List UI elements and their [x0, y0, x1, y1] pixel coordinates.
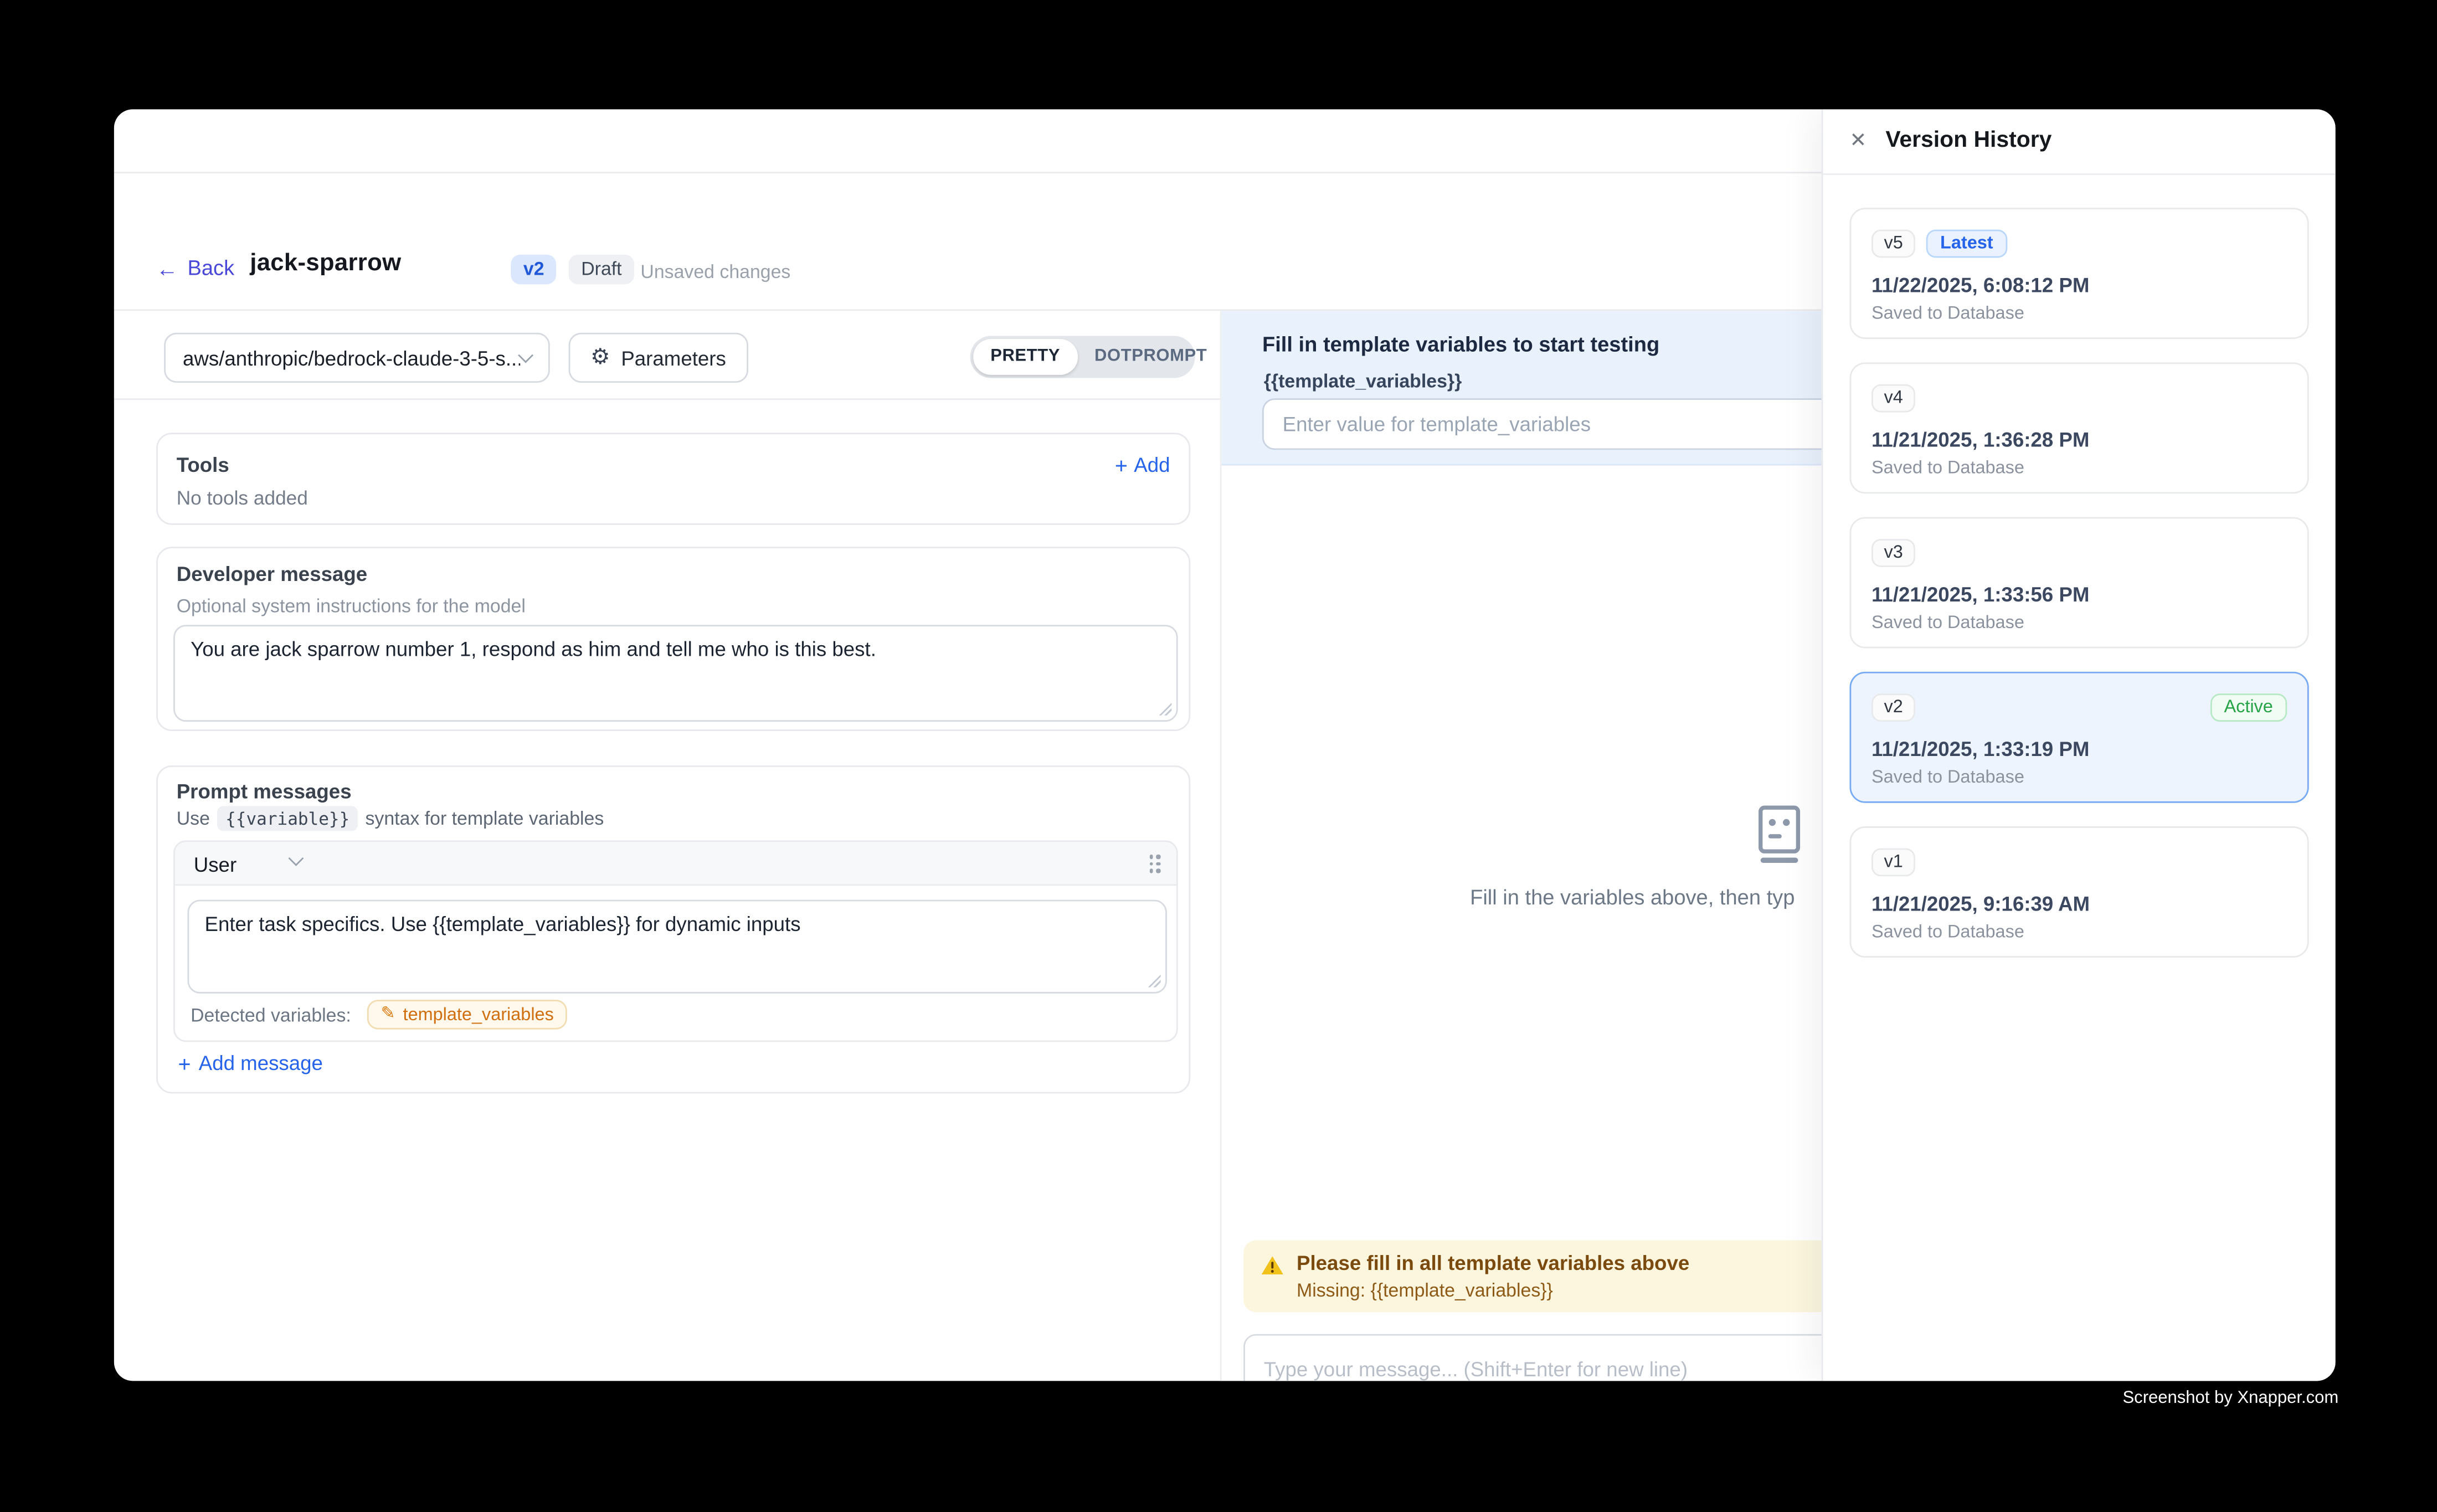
add-tool-label: Add [1134, 453, 1170, 476]
back-label: Back [187, 256, 234, 280]
version-number-badge: v3 [1872, 539, 1915, 567]
gear-icon: ⚙ [590, 347, 610, 368]
parameters-button[interactable]: ⚙ Parameters [569, 333, 748, 383]
chevron-down-icon [518, 347, 533, 362]
prompt-message-item: User Enter task specifics. Use {{templat… [173, 840, 1178, 1042]
developer-message-field: You are jack sparrow number 1, respond a… [173, 625, 1178, 722]
warning-icon [1261, 1254, 1284, 1284]
version-card[interactable]: v5 Latest 11/22/2025, 6:08:12 PM Saved t… [1849, 208, 2309, 339]
hint-suffix: syntax for template variables [366, 808, 604, 829]
unsaved-changes-text: Unsaved changes [640, 261, 790, 282]
version-list: v5 Latest 11/22/2025, 6:08:12 PM Saved t… [1849, 208, 2309, 981]
version-card[interactable]: v1 11/21/2025, 9:16:39 AM Saved to Datab… [1849, 826, 2309, 958]
tools-title: Tools [177, 453, 229, 476]
role-dropdown[interactable]: User [194, 853, 236, 876]
back-button[interactable]: ← Back [156, 256, 234, 280]
detected-variable-badge[interactable]: ✎ template_variables [367, 1000, 568, 1030]
pencil-icon: ✎ [381, 1006, 395, 1023]
prompt-messages-title: Prompt messages [177, 779, 352, 803]
version-card[interactable]: v4 11/21/2025, 1:36:28 PM Saved to Datab… [1849, 362, 2309, 493]
back-arrow-icon: ← [156, 257, 178, 279]
version-status: Saved to Database [1872, 614, 2024, 632]
tools-empty-text: No tools added [177, 487, 308, 509]
warning-missing-text: Missing: {{template_variables}} [1297, 1279, 1553, 1301]
version-number-badge: v5 [1872, 230, 1915, 258]
message-role-header: User [175, 842, 1176, 886]
template-variable-label: {{template_variables}} [1264, 370, 1462, 392]
editor-toolbar: aws/anthropic/bedrock-claude-3-5-s... ⚙ … [114, 311, 1220, 400]
version-timestamp: 11/21/2025, 1:33:19 PM [1872, 737, 2089, 760]
tools-card: Tools + Add No tools added [156, 433, 1190, 524]
version-number-badge: v4 [1872, 384, 1915, 413]
add-message-button[interactable]: + Add message [178, 1051, 323, 1074]
version-status: Saved to Database [1872, 459, 2024, 478]
drag-handle-icon[interactable] [1149, 855, 1160, 873]
robot-icon [1754, 803, 1804, 873]
parameters-label: Parameters [621, 346, 726, 369]
version-card[interactable]: v3 11/21/2025, 1:33:56 PM Saved to Datab… [1849, 517, 2309, 649]
app-window: ← Back jack-sparrow v2 Draft Unsaved cha… [114, 109, 2336, 1381]
prompt-message-field: Enter task specifics. Use {{template_var… [187, 900, 1166, 994]
toggle-dotprompt[interactable]: DOTPROMPT [1077, 339, 1224, 375]
version-number-badge: v1 [1872, 848, 1915, 877]
version-card[interactable]: v2 Active 11/21/2025, 1:33:19 PM Saved t… [1849, 672, 2309, 803]
close-icon[interactable]: ✕ [1849, 128, 1867, 155]
detected-variables-row: Detected variables: ✎ template_variables [191, 1000, 568, 1030]
prompt-messages-card: Prompt messages Use {{variable}} syntax … [156, 765, 1190, 1093]
draft-badge: Draft [569, 255, 635, 285]
version-state-badge: Latest [1926, 230, 2007, 258]
version-timestamp: 11/22/2025, 6:08:12 PM [1872, 274, 2089, 297]
version-timestamp: 11/21/2025, 9:16:39 AM [1872, 892, 2090, 916]
screenshot-frame: ← Back jack-sparrow v2 Draft Unsaved cha… [0, 0, 2437, 1512]
warning-title: Please fill in all template variables ab… [1297, 1251, 1689, 1274]
fill-variables-title: Fill in template variables to start test… [1262, 333, 1659, 356]
toggle-pretty[interactable]: PRETTY [973, 339, 1077, 375]
add-message-label: Add message [199, 1051, 323, 1074]
detected-variables-label: Detected variables: [191, 1004, 351, 1025]
plus-icon: + [1115, 454, 1128, 475]
plus-icon: + [178, 1052, 191, 1074]
version-number-badge: v2 [1872, 693, 1915, 722]
version-status: Saved to Database [1872, 769, 2024, 788]
empty-state-text: Fill in the variables above, then typ [1470, 886, 1795, 909]
version-timestamp: 11/21/2025, 1:33:56 PM [1872, 583, 2089, 606]
prompt-message-input[interactable]: Enter task specifics. Use {{template_var… [189, 901, 1165, 992]
developer-message-subtitle: Optional system instructions for the mod… [177, 595, 526, 617]
add-tool-button[interactable]: + Add [1115, 453, 1170, 476]
version-status: Saved to Database [1872, 923, 2024, 942]
version-history-header: ✕ Version History [1823, 109, 2336, 174]
version-state-badge: Active [2210, 693, 2287, 722]
view-mode-toggle: PRETTY DOTPROMPT [970, 336, 1195, 378]
developer-message-card: Developer message Optional system instru… [156, 547, 1190, 731]
developer-message-input[interactable]: You are jack sparrow number 1, respond a… [175, 626, 1176, 720]
detected-variable-name: template_variables [403, 1005, 554, 1024]
version-history-title: Version History [1885, 128, 2052, 153]
developer-message-title: Developer message [177, 562, 367, 585]
header-version-badge: v2 [511, 255, 557, 285]
version-timestamp: 11/21/2025, 1:36:28 PM [1872, 428, 2089, 451]
hint-prefix: Use [177, 808, 210, 829]
chevron-down-icon [289, 851, 304, 866]
model-selector[interactable]: aws/anthropic/bedrock-claude-3-5-s... [164, 333, 550, 383]
model-selector-value: aws/anthropic/bedrock-claude-3-5-s... [183, 346, 520, 369]
version-history-panel: ✕ Version History v5 Latest 11/22/2025, … [1822, 109, 2336, 1381]
watermark-text: Screenshot by Xnapper.com [2122, 1388, 2338, 1407]
version-status: Saved to Database [1872, 305, 2024, 323]
page-title: jack-sparrow [250, 250, 401, 278]
template-syntax-hint: Use {{variable}} syntax for template var… [177, 806, 604, 831]
variable-syntax-chip: {{variable}} [218, 806, 357, 831]
